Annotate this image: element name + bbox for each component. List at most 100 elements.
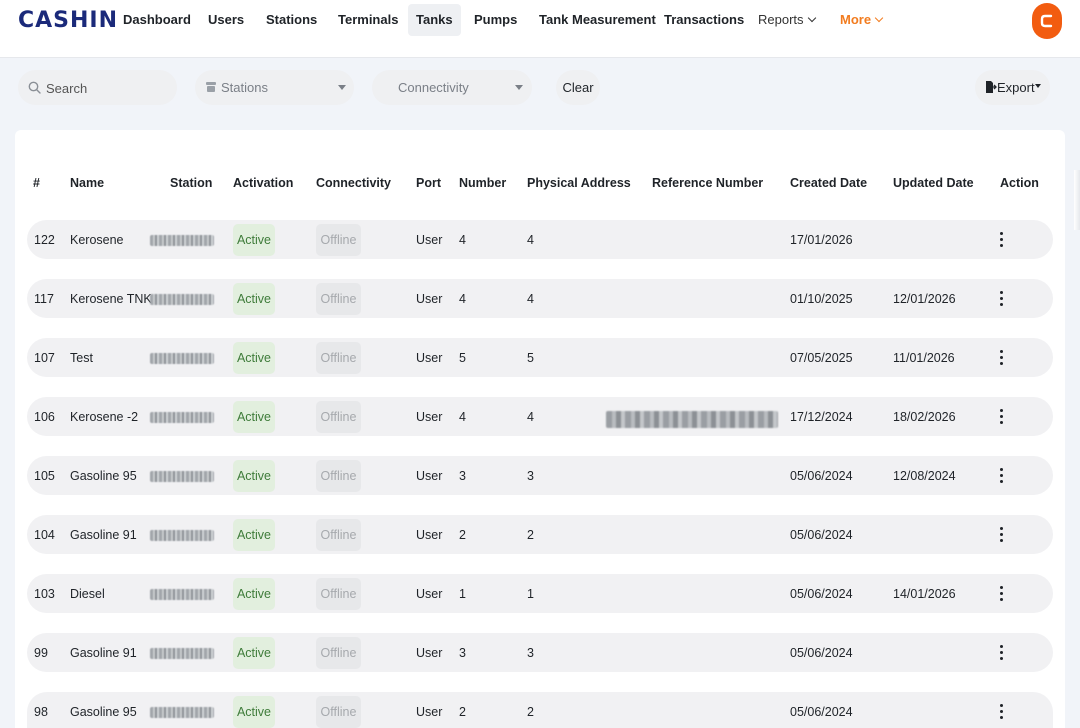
col-header-station: Station xyxy=(170,176,213,190)
nav-tanks[interactable]: Tanks xyxy=(408,4,461,36)
cell-number: 1 xyxy=(459,587,466,601)
station-redacted xyxy=(150,707,214,718)
export-label: Export xyxy=(997,80,1035,95)
nav-terminals[interactable]: Terminals xyxy=(330,4,406,36)
search-input[interactable] xyxy=(46,79,166,97)
connectivity-badge: Offline xyxy=(316,696,361,728)
cell-port: User xyxy=(416,646,443,660)
connectivity-select[interactable]: Connectivity xyxy=(372,70,532,105)
cell-id: 104 xyxy=(34,528,55,542)
cell-id: 106 xyxy=(34,410,55,424)
cell-name: Kerosene -2 xyxy=(70,410,139,424)
search-box[interactable] xyxy=(18,70,177,105)
activation-badge: Active xyxy=(233,224,275,256)
activation-badge: Active xyxy=(233,637,275,669)
activation-badge: Active xyxy=(233,342,275,374)
chevron-down-icon xyxy=(874,13,884,23)
row-actions-kebab-icon[interactable] xyxy=(997,350,1007,366)
connectivity-badge: Offline xyxy=(316,637,361,669)
cell-id: 107 xyxy=(34,351,55,365)
cell-created-date: 05/06/2024 xyxy=(790,646,853,660)
station-redacted xyxy=(150,235,214,246)
row-actions-kebab-icon[interactable] xyxy=(997,704,1007,720)
col-header-reference-number: Reference Number xyxy=(652,176,764,190)
cashin-logo[interactable]: CASHIN xyxy=(18,8,118,33)
cell-number: 2 xyxy=(459,528,466,542)
cell-port: User xyxy=(416,587,443,601)
cell-port: User xyxy=(416,469,443,483)
cell-id: 99 xyxy=(34,646,48,660)
cell-created-date: 05/06/2024 xyxy=(790,528,853,542)
station-redacted xyxy=(150,412,214,423)
cell-id: 98 xyxy=(34,705,48,719)
cell-id: 105 xyxy=(34,469,55,483)
row-actions-kebab-icon[interactable] xyxy=(997,468,1007,484)
stations-select-label: Stations xyxy=(221,80,268,95)
col-header-physical-address: Physical Address xyxy=(527,176,631,190)
cell-created-date: 05/06/2024 xyxy=(790,469,853,483)
nav-transactions[interactable]: Transactions xyxy=(656,4,752,36)
activation-badge: Active xyxy=(233,519,275,551)
row-actions-kebab-icon[interactable] xyxy=(997,586,1007,602)
connectivity-badge: Offline xyxy=(316,519,361,551)
cell-number: 5 xyxy=(459,351,466,365)
export-button[interactable]: Export xyxy=(975,70,1050,105)
cell-created-date: 17/12/2024 xyxy=(790,410,853,424)
stations-select[interactable]: Stations xyxy=(195,70,354,105)
avatar-logo-icon xyxy=(1040,14,1053,28)
col-header-number: Number xyxy=(459,176,507,190)
nav-more[interactable]: More xyxy=(832,4,890,36)
row-actions-kebab-icon[interactable] xyxy=(997,645,1007,661)
cell-port: User xyxy=(416,705,443,719)
cell-name: Kerosene xyxy=(70,233,124,247)
nav-reports-label: Reports xyxy=(758,12,804,27)
connectivity-badge: Offline xyxy=(316,283,361,315)
nav-pumps[interactable]: Pumps xyxy=(466,4,525,36)
connectivity-badge: Offline xyxy=(316,460,361,492)
cell-name: Gasoline 95 xyxy=(70,469,137,483)
col-header-action: Action xyxy=(1000,176,1039,190)
cell-number: 4 xyxy=(459,233,466,247)
row-actions-kebab-icon[interactable] xyxy=(997,527,1007,543)
cell-physical-address: 3 xyxy=(527,469,534,483)
activation-badge: Active xyxy=(233,578,275,610)
cell-name: Gasoline 91 xyxy=(70,646,137,660)
cell-physical-address: 4 xyxy=(527,233,534,247)
cell-physical-address: 2 xyxy=(527,705,534,719)
nav-reports[interactable]: Reports xyxy=(750,4,823,36)
nav-dashboard[interactable]: Dashboard xyxy=(115,4,199,36)
row-actions-kebab-icon[interactable] xyxy=(997,409,1007,425)
cell-id: 117 xyxy=(34,292,54,306)
reference-number-redacted xyxy=(606,411,778,428)
nav-users[interactable]: Users xyxy=(200,4,252,36)
station-redacted xyxy=(150,589,214,600)
nav-more-label: More xyxy=(840,12,872,27)
connectivity-badge: Offline xyxy=(316,401,361,433)
top-navbar: CASHIN Dashboard Users Stations Terminal… xyxy=(0,0,1080,58)
cell-created-date: 17/01/2026 xyxy=(790,233,853,247)
cell-id: 122 xyxy=(34,233,55,247)
cell-port: User xyxy=(416,292,443,306)
activation-badge: Active xyxy=(233,283,275,315)
caret-down-icon xyxy=(515,85,523,90)
connectivity-badge: Offline xyxy=(316,224,361,256)
cell-name: Diesel xyxy=(70,587,105,601)
station-redacted xyxy=(150,294,214,305)
clear-button[interactable]: Clear xyxy=(556,70,600,105)
cell-physical-address: 1 xyxy=(527,587,534,601)
cell-updated-date: 12/08/2024 xyxy=(893,469,956,483)
cell-number: 3 xyxy=(459,646,466,660)
connectivity-badge: Offline xyxy=(316,578,361,610)
cell-name: Gasoline 95 xyxy=(70,705,137,719)
station-redacted xyxy=(150,648,214,659)
row-actions-kebab-icon[interactable] xyxy=(997,232,1007,248)
nav-tank-measurement[interactable]: Tank Measurement xyxy=(531,4,664,36)
col-header-activation: Activation xyxy=(233,176,294,190)
activation-badge: Active xyxy=(233,401,275,433)
station-redacted xyxy=(150,353,214,364)
nav-stations[interactable]: Stations xyxy=(258,4,325,36)
cell-name: Kerosene TNK xyxy=(70,292,152,306)
user-avatar[interactable] xyxy=(1032,3,1062,39)
store-icon xyxy=(205,81,217,96)
row-actions-kebab-icon[interactable] xyxy=(997,291,1007,307)
